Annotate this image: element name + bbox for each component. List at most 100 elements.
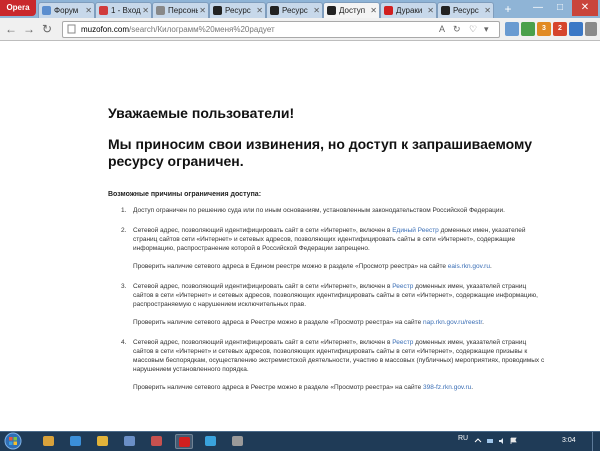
page-icon (67, 24, 76, 34)
address-bar[interactable]: muzofon.com/search/Килограмм%20меня%20ра… (62, 21, 500, 38)
check-text: Проверить наличие сетевого адреса в Един… (133, 263, 448, 270)
skype-icon (205, 436, 216, 446)
tab-label: Дураки (396, 6, 423, 15)
list-item: 2. Сетевой адрес, позволяющий идентифици… (108, 226, 548, 271)
flag-icon[interactable] (510, 437, 518, 445)
registry-link[interactable]: Реестр (392, 339, 413, 346)
extension-vk-icon[interactable] (569, 22, 583, 36)
reload-button[interactable]: ↻ (40, 21, 54, 37)
taskbar-item[interactable] (40, 434, 58, 449)
tab[interactable]: Ресурс ✕ (266, 2, 323, 18)
list-item: 3. Сетевой адрес, позволяющий идентифици… (108, 282, 548, 327)
taskbar-item[interactable] (229, 434, 247, 449)
blocked-resource-icon (327, 6, 336, 15)
check-text-end: . (489, 263, 492, 270)
tab[interactable]: Дураки ✕ (380, 2, 437, 18)
unified-registry-link[interactable]: Единый Реестр (392, 227, 439, 234)
tab-strip: Opera Форум✕1 - Входящ✕Персоны✕ Ресурс ✕ Ре… (0, 0, 600, 18)
taskbar-item[interactable] (94, 434, 112, 449)
taskbar-item[interactable] (175, 434, 193, 449)
url-text[interactable]: muzofon.com/search/Килограмм%20меня%20ра… (81, 23, 275, 36)
tab[interactable]: Ресурс ✕ (209, 2, 266, 18)
tab-label: Ресурс (282, 6, 308, 15)
forward-button[interactable]: → (22, 21, 36, 37)
close-tab-icon[interactable]: ✕ (427, 3, 434, 18)
taskbar: RU 3:04 (0, 431, 600, 451)
list-number: 1. (121, 207, 127, 214)
check-text-end: . (482, 319, 484, 326)
check-text: Проверить наличие сетевого адреса в Реес… (133, 384, 423, 391)
registry-link[interactable]: Реестр (392, 283, 413, 290)
media-player-icon (70, 436, 81, 446)
reasons-title: Возможные причины ограничения доступа: (108, 191, 262, 198)
tab-label: Ресурс (225, 6, 251, 15)
blocked-resource-icon (270, 6, 279, 15)
taskbar-item[interactable] (202, 434, 220, 449)
mail-icon (99, 6, 108, 15)
network-icon[interactable] (486, 437, 494, 445)
page-content: Уважаемые пользователи! Мы приносим свои… (0, 41, 600, 431)
extension-notify-icon[interactable]: 2 (553, 22, 567, 36)
tray-expand-icon[interactable] (474, 437, 482, 445)
url-path: /search/Килограмм%20меня%20радует (129, 25, 275, 34)
close-window-icon[interactable]: ✕ (572, 0, 598, 16)
tab[interactable]: Персоны✕ (152, 2, 209, 18)
back-button[interactable]: ← (4, 21, 18, 37)
language-indicator[interactable]: RU (458, 435, 468, 442)
list-item: 4. Сетевой адрес, позволяющий идентифици… (108, 338, 548, 392)
tab[interactable]: 1 - Входящ✕ (95, 2, 152, 18)
minimize-icon[interactable]: — (528, 0, 548, 16)
tab[interactable]: Форум ✕ (38, 2, 95, 18)
page-title: Уважаемые пользователи! (108, 105, 295, 121)
url-host: muzofon.com (81, 25, 130, 34)
taskbar-item[interactable] (121, 434, 139, 449)
tool-icon (232, 436, 243, 446)
close-tab-icon[interactable]: ✕ (370, 3, 377, 18)
taskbar-item[interactable] (148, 434, 166, 449)
address-dropdown-icon[interactable]: ▾ (484, 23, 489, 36)
reason-text: Сетевой адрес, позволяющий идентифициров… (133, 283, 393, 290)
close-tab-icon[interactable]: ✕ (142, 3, 149, 18)
opera-menu-button[interactable]: Opera (0, 0, 36, 16)
check-text-end: . (471, 384, 474, 391)
maximize-icon[interactable]: □ (550, 0, 570, 16)
refresh-page-icon[interactable]: ↻ (453, 23, 461, 36)
extension-ok-icon[interactable]: 3 (537, 22, 551, 36)
windows-start-icon[interactable] (2, 432, 24, 450)
tab[interactable]: Ресурс ✕ (437, 2, 494, 18)
reason-text: Сетевой адрес, позволяющий идентифициров… (133, 339, 393, 346)
reason-text: Сетевой адрес, позволяющий идентифициров… (133, 227, 393, 234)
show-desktop-button[interactable] (592, 432, 600, 451)
list-number: 2. (121, 227, 127, 234)
tab-label: Доступ (339, 6, 366, 15)
reason-text: Доступ ограничен по решению суда или по … (133, 207, 505, 214)
list-item: 1. Доступ ограничен по решению суда или … (108, 206, 548, 215)
volume-icon[interactable] (498, 437, 506, 445)
bookmark-heart-icon[interactable]: ♡ (469, 23, 477, 36)
close-tab-icon[interactable]: ✕ (313, 3, 320, 18)
close-tab-icon[interactable]: ✕ (199, 3, 206, 18)
close-tab-icon[interactable]: ✕ (85, 3, 92, 18)
blocked-resource-icon (441, 6, 450, 15)
fz398-link[interactable]: 398-fz.rkn.gov.ru (423, 384, 471, 391)
check-text: Проверить наличие сетевого адреса в Реес… (133, 319, 423, 326)
extension-mail-icon[interactable] (505, 22, 519, 36)
page-icon (156, 6, 165, 15)
nap-link[interactable]: nap.rkn.gov.ru/reestr (423, 319, 482, 326)
tab[interactable]: Доступ ✕ (323, 2, 380, 18)
close-tab-icon[interactable]: ✕ (484, 3, 491, 18)
translate-icon[interactable]: А (439, 23, 445, 36)
list-number: 3. (121, 283, 127, 290)
taskbar-item[interactable] (67, 434, 85, 449)
eais-link[interactable]: eais.rkn.gov.ru (448, 263, 490, 270)
close-tab-icon[interactable]: ✕ (256, 3, 263, 18)
navigation-bar: ← → ↻ muzofon.com/search/Килограмм%20мен… (0, 18, 600, 41)
new-tab-button[interactable]: + (500, 3, 516, 16)
extension-shield-icon[interactable] (585, 22, 597, 36)
youtube-icon (384, 6, 393, 15)
chrome-icon (97, 436, 108, 446)
apology-message: Мы приносим свои извинения, но доступ к … (108, 136, 532, 169)
app-icon (124, 436, 135, 446)
extension-download-icon[interactable] (521, 22, 535, 36)
clock[interactable]: 3:04 (562, 437, 576, 444)
